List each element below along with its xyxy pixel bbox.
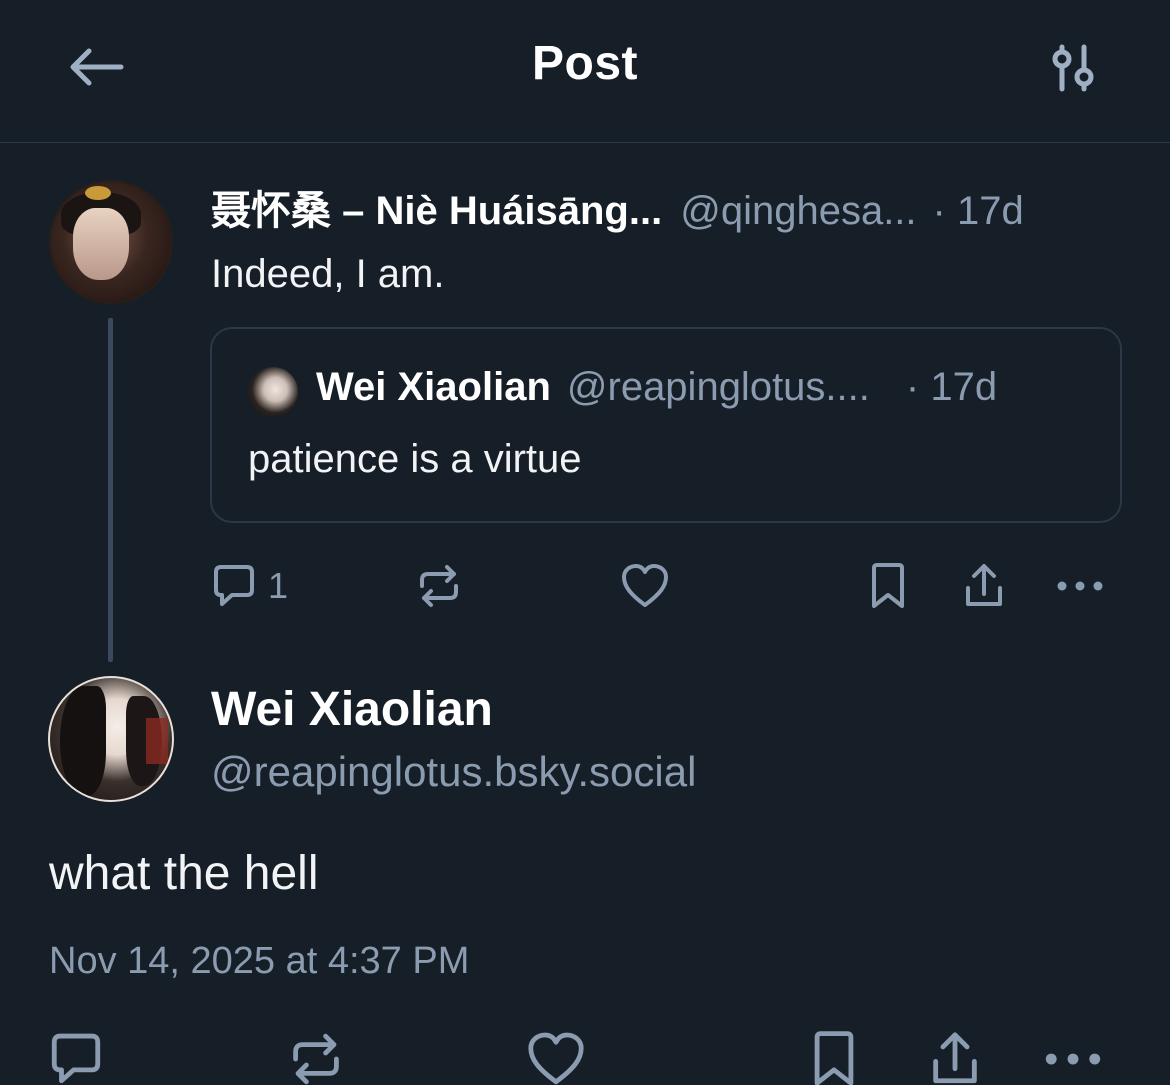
heart-icon: [622, 564, 668, 607]
parent-post-header: 聂怀桑 – Niè Huáisāng... @qinghesa... · 17d: [211, 178, 1131, 233]
top-bar: Post: [0, 0, 1170, 143]
quoted-post-card[interactable]: Wei Xiaolian @reapinglotus.... · 17d pat…: [210, 327, 1122, 523]
repost-icon: [420, 565, 458, 607]
more-dots-icon: [1045, 1053, 1101, 1065]
page-title: Post: [531, 37, 638, 90]
share-button[interactable]: [960, 562, 1008, 610]
quoted-post-time: · 17d: [905, 365, 998, 409]
more-options-button[interactable]: [1056, 562, 1104, 610]
share-icon: [966, 564, 1002, 606]
main-like-button[interactable]: [526, 1030, 586, 1085]
avatar-hair-left: [60, 686, 106, 796]
main-author-handle[interactable]: @reapinglotus.bsky.social: [211, 748, 696, 796]
main-repost-button[interactable]: [286, 1030, 346, 1085]
like-button[interactable]: [620, 562, 670, 610]
main-post-actions: [40, 1020, 1140, 1085]
main-author-avatar[interactable]: [48, 676, 174, 802]
reply-button[interactable]: 1: [210, 562, 288, 610]
share-icon: [933, 1032, 977, 1084]
main-post-timestamp: Nov 14, 2025 at 4:37 PM: [49, 940, 470, 982]
avatar-background-frame: [146, 718, 168, 764]
parent-author-handle[interactable]: @qinghesa...: [680, 189, 916, 234]
bookmark-button[interactable]: [866, 562, 910, 610]
parent-author-name[interactable]: 聂怀桑 – Niè Huáisāng...: [211, 178, 662, 236]
parent-author-avatar[interactable]: [49, 180, 173, 304]
main-author-name[interactable]: Wei Xiaolian: [211, 682, 493, 737]
quoted-author-name: Wei Xiaolian: [316, 365, 551, 409]
post-thread-screen: Post 聂怀桑 – Niè Huáisāng... @qinghesa... …: [0, 0, 1170, 1085]
reply-count: 1: [268, 565, 289, 606]
parent-post-actions: 1: [210, 556, 1110, 616]
main-share-button[interactable]: [926, 1030, 984, 1085]
parent-post-time: · 17d: [932, 189, 1024, 233]
repost-icon: [293, 1033, 339, 1085]
thread-connector-line: [108, 318, 113, 662]
quoted-author-avatar: [248, 367, 298, 417]
main-post-text: what the hell: [49, 847, 319, 900]
reply-icon: [214, 565, 254, 606]
quoted-post-text: patience is a virtue: [248, 437, 582, 481]
heart-icon: [528, 1032, 584, 1085]
avatar-ornament: [85, 186, 111, 200]
sliders-icon: [1052, 44, 1094, 92]
avatar-face: [73, 208, 129, 280]
repost-button[interactable]: [414, 562, 464, 610]
thread-settings-button[interactable]: [1044, 40, 1104, 96]
reply-icon: [51, 1033, 101, 1084]
more-dots-icon: [1057, 581, 1103, 591]
main-bookmark-button[interactable]: [806, 1030, 862, 1085]
main-more-options-button[interactable]: [1044, 1030, 1102, 1085]
quoted-post-header: Wei Xiaolian @reapinglotus.... · 17d: [316, 365, 997, 410]
parent-post-text: Indeed, I am.: [211, 252, 445, 296]
bookmark-icon: [872, 563, 904, 608]
bookmark-icon: [814, 1031, 854, 1085]
quoted-author-handle: @reapinglotus....: [566, 365, 870, 409]
main-reply-button[interactable]: [46, 1030, 106, 1085]
